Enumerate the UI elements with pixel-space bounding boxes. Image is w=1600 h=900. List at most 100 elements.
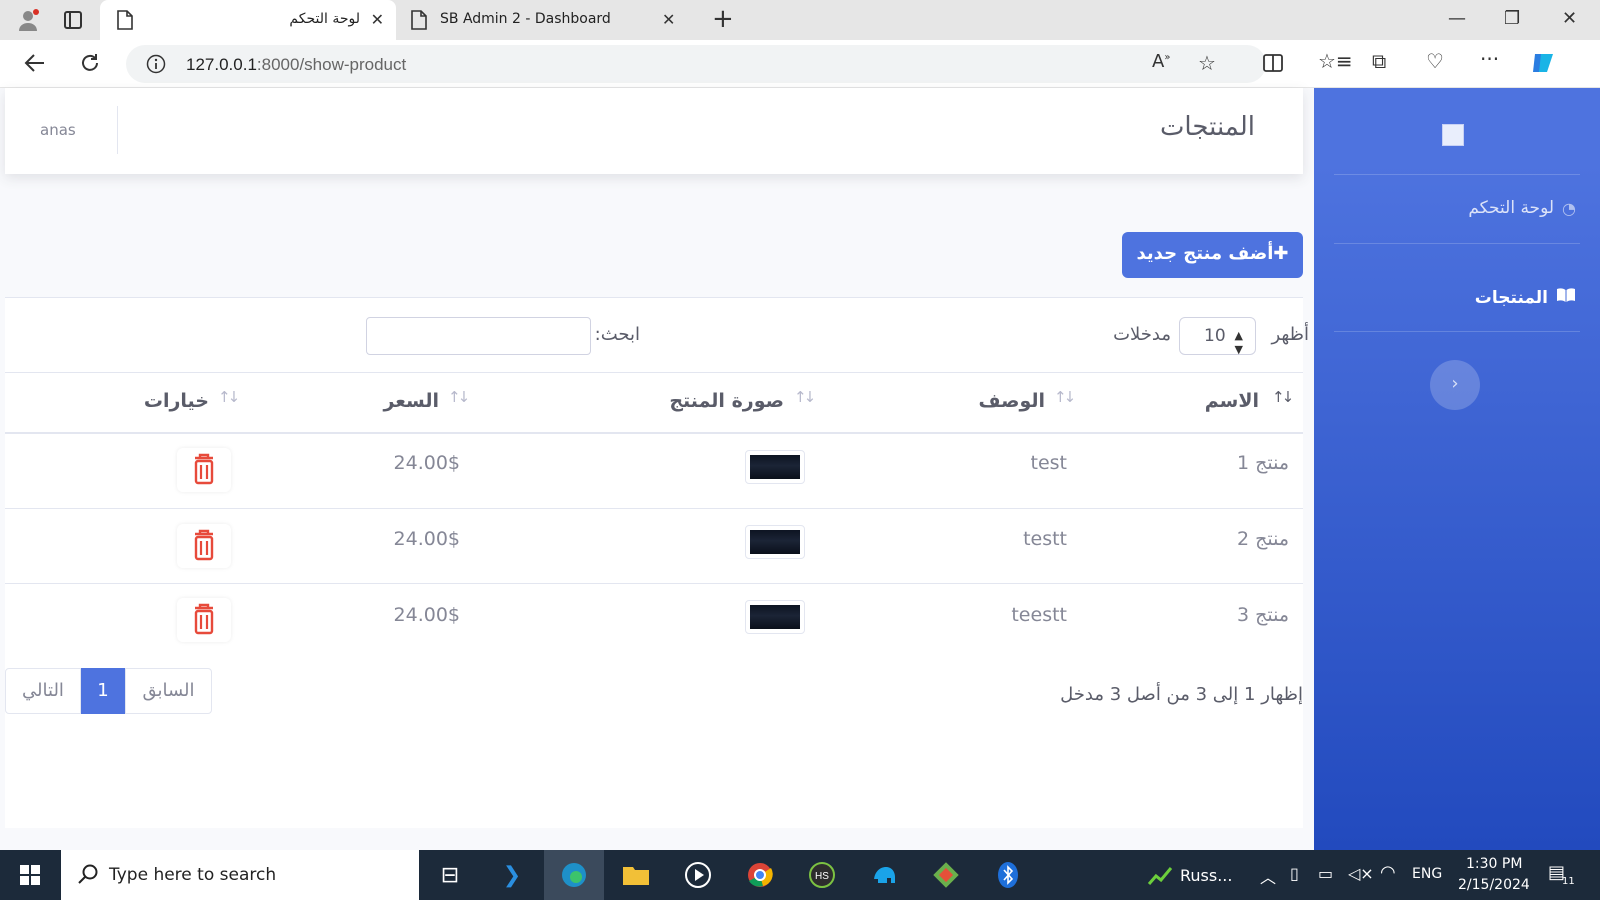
address-bar: 127.0.0.1:8000/show-product A» ☆ ☆≡ ⧉ ♡ … [0,40,1600,88]
tab-title: SB Admin 2 - Dashboard [440,11,611,27]
favorites-icon[interactable]: ☆≡ [1318,51,1353,71]
chrome-icon[interactable] [730,850,790,900]
sort-icon[interactable]: ↑↓ [448,388,470,406]
clock-time[interactable]: 1:30 PM [1466,856,1522,872]
column-header-name[interactable]: الاسم [1205,390,1259,412]
pagination-page-1[interactable]: 1 [81,668,125,714]
tab-sb-admin[interactable]: SB Admin 2 - Dashboard ✕ [398,0,688,40]
chevron-up-icon[interactable]: ︿ [1260,864,1276,888]
elephant-app-icon[interactable] [854,850,914,900]
collections-icon[interactable]: ⧉ [1372,51,1386,71]
column-header-description[interactable]: الوصف [978,390,1045,412]
notification-count: 11 [1562,876,1575,887]
url-field[interactable]: 127.0.0.1:8000/show-product A» ☆ [126,45,1266,83]
table-top-border [5,372,1303,373]
sidebar-toggle-button[interactable]: › [1430,360,1480,410]
column-header-price[interactable]: السعر [383,390,439,412]
delete-button[interactable] [177,524,231,568]
taskbar-search-input[interactable]: Type here to search [61,850,419,900]
book-open-icon [1556,287,1576,308]
page: ◔ لوحة التحكم المنتجات › المنتجات anas ✚… [0,88,1600,850]
column-header-image[interactable]: صورة المنتج [669,390,784,412]
workspaces-icon[interactable] [63,10,83,33]
sort-icon[interactable]: ↑↓ [218,388,240,406]
clock-date[interactable]: 2/15/2024 [1458,877,1530,893]
site-info-icon[interactable] [146,54,166,77]
product-image [745,600,805,634]
close-window-icon[interactable]: ✕ [1562,8,1577,29]
page-size-select[interactable]: 10 ▲ ▼ [1179,317,1256,356]
row-divider [5,583,1303,584]
search-label: ابحث: [594,324,640,345]
task-view-icon[interactable]: ⊟ [420,850,480,900]
svg-text:HS: HS [815,871,829,882]
sort-icon[interactable]: ↑↓ [1054,388,1076,406]
more-menu-icon[interactable]: ··· [1480,49,1499,69]
sidebar-item-dashboard[interactable]: ◔ لوحة التحكم [1468,198,1576,218]
sidebar-divider [1334,243,1580,244]
sidebar-item-label: لوحة التحكم [1468,198,1555,218]
copilot-icon[interactable] [1530,50,1556,79]
git-app-icon[interactable] [916,850,976,900]
favorite-star-icon[interactable]: ☆ [1198,53,1216,73]
cell-price: 24.00$ [393,528,460,550]
delete-button[interactable] [177,598,231,642]
battery-icon[interactable]: ▭ [1318,864,1333,883]
volume-muted-icon[interactable]: ◁× [1348,864,1374,883]
add-product-button[interactable]: ✚أضف منتج جديد [1122,232,1303,278]
trash-icon [194,453,214,485]
new-tab-icon[interactable]: + [712,6,734,32]
page-size-value: 10 [1204,326,1226,346]
profile-icon[interactable] [16,8,40,35]
minimize-icon[interactable]: — [1448,8,1466,29]
start-windows-icon[interactable] [0,850,60,900]
performance-icon[interactable]: ♡ [1426,51,1444,71]
device-icon[interactable]: ▯ [1290,864,1299,883]
page-title: المنتجات [1159,112,1255,142]
pagination-next[interactable]: التالي [5,668,81,714]
language-indicator[interactable]: ENG [1412,866,1442,882]
cell-price: 24.00$ [393,452,460,474]
file-explorer-icon[interactable] [606,850,666,900]
cell-description: teestt [1011,604,1067,626]
split-screen-icon[interactable] [1262,52,1284,77]
row-divider [5,508,1303,509]
sidebar: ◔ لوحة التحكم المنتجات › [1314,88,1600,850]
delete-button[interactable] [177,448,231,492]
tab-title: لوحة التحكم [289,11,360,27]
media-player-icon[interactable] [668,850,728,900]
bluetooth-icon[interactable] [978,850,1038,900]
sort-icon[interactable]: ↑↓ [794,388,816,406]
refresh-icon[interactable] [79,52,101,77]
column-header-options[interactable]: خيارات [144,390,209,412]
cell-description: testt [1023,528,1067,550]
edge-icon[interactable] [544,850,604,900]
card-divider [5,297,1303,298]
restore-icon[interactable]: ❐ [1504,8,1520,29]
wifi-icon[interactable]: ◠ [1380,862,1396,883]
cell-price: 24.00$ [393,604,460,626]
page-icon [410,10,428,33]
stocks-icon[interactable] [1140,850,1180,900]
back-icon[interactable] [24,52,46,77]
sidebar-divider [1334,174,1580,175]
browser-tab-bar: لوحة التحكم ✕ SB Admin 2 - Dashboard ✕ +… [0,0,1600,40]
vscode-icon[interactable]: ❯ [482,850,542,900]
search-input[interactable] [366,317,591,355]
hs-app-icon[interactable]: HS [792,850,852,900]
trash-icon [194,603,214,635]
close-tab-icon[interactable]: ✕ [662,10,675,29]
pagination-prev[interactable]: السابق [125,668,212,714]
cell-description: test [1030,452,1068,474]
read-aloud-icon[interactable]: A» [1152,53,1170,71]
tray-app-label[interactable]: Russ... [1180,866,1232,885]
sort-icon[interactable]: ↑↓ [1272,388,1294,406]
logo-image [1442,124,1464,146]
entries-label: مدخلات [1113,324,1171,345]
tab-dashboard-ar[interactable]: لوحة التحكم ✕ [100,0,396,40]
select-arrows-icon: ▲ ▼ [1234,329,1243,356]
user-name[interactable]: anas [40,121,76,139]
close-tab-icon[interactable]: ✕ [371,10,384,29]
sidebar-item-products[interactable]: المنتجات [1475,287,1576,308]
cell-name: منتج 1 [1236,452,1289,474]
